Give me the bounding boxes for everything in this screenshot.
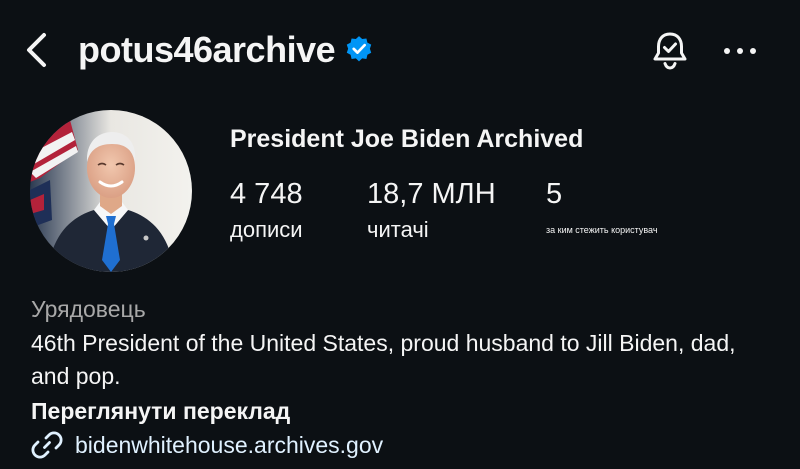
profile-bio: 46th President of the United States, pro… xyxy=(31,330,736,389)
profile-category: Урядовець xyxy=(31,296,146,322)
chevron-left-icon xyxy=(27,33,46,67)
posts-label: дописи xyxy=(230,217,303,242)
notification-bell-icon xyxy=(653,32,687,70)
posts-count: 4 748 xyxy=(230,178,303,210)
followers-stat[interactable]: 18,7 МЛН читачі xyxy=(367,176,496,244)
posts-stat[interactable]: 4 748 дописи xyxy=(230,176,303,244)
profile-link-text: bidenwhitehouse.archives.gov xyxy=(75,432,384,458)
notifications-button[interactable] xyxy=(648,28,692,72)
followers-count: 18,7 МЛН xyxy=(367,178,496,210)
profile-header: potus46archive xyxy=(0,0,800,100)
profile-link[interactable]: bidenwhitehouse.archives.gov xyxy=(31,428,383,462)
more-options-button[interactable] xyxy=(718,30,762,70)
see-translation-button[interactable]: Переглянути переклад xyxy=(31,396,290,426)
avatar-photo xyxy=(30,110,192,272)
username-container: potus46archive xyxy=(78,27,374,73)
username: potus46archive xyxy=(78,29,336,70)
display-name: President Joe Biden Archived xyxy=(230,125,584,153)
following-label: за ким стежить користувач xyxy=(546,225,658,235)
verified-badge-icon xyxy=(346,36,372,62)
more-horizontal-icon xyxy=(724,48,756,54)
profile-avatar[interactable] xyxy=(30,110,192,272)
followers-label: читачі xyxy=(367,217,429,242)
link-icon xyxy=(31,431,63,459)
following-count: 5 xyxy=(546,178,563,210)
back-button[interactable] xyxy=(18,28,58,72)
following-stat[interactable]: 5 за ким стежить користувач xyxy=(546,176,658,236)
